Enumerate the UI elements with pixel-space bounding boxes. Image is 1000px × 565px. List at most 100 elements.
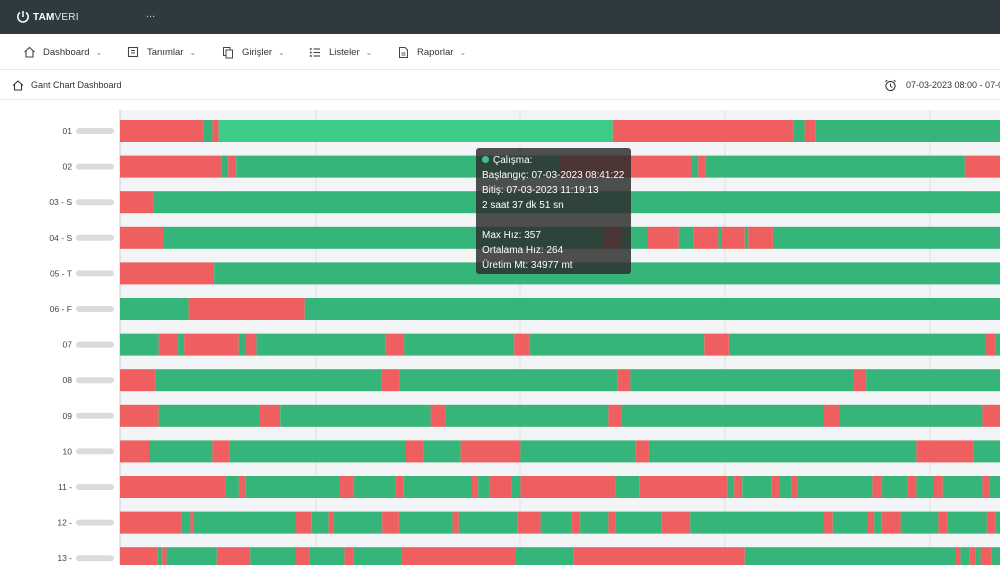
tamveri-logo[interactable]: TAMVERI <box>16 9 79 25</box>
gantt-segment-stopped[interactable] <box>381 369 400 392</box>
menu-girisler[interactable]: Girişler ⌄ <box>221 34 285 70</box>
gantt-segment-stopped[interactable] <box>934 476 943 498</box>
gantt-segment-stopped[interactable] <box>120 404 159 427</box>
gantt-segment-stopped[interactable] <box>982 476 990 498</box>
gantt-segment-stopped[interactable] <box>791 476 798 498</box>
gantt-segment-running[interactable] <box>947 511 987 534</box>
gantt-segment-stopped[interactable] <box>661 511 691 534</box>
gantt-segment-stopped[interactable] <box>238 476 246 498</box>
menu-tanimlar[interactable]: Tanımlar ⌄ <box>126 34 196 70</box>
gantt-segment-running[interactable] <box>991 547 1000 565</box>
gantt-segment-running[interactable] <box>773 226 1000 249</box>
gantt-segment-running[interactable] <box>621 404 824 427</box>
gantt-segment-running[interactable] <box>729 333 986 356</box>
gantt-segment-running[interactable] <box>157 547 163 565</box>
date-range[interactable]: 07-03-2023 08:00 - 07-03-2023 <box>884 70 1000 100</box>
gantt-segment-running[interactable] <box>520 440 636 463</box>
gantt-segment-stopped[interactable] <box>573 547 745 565</box>
gantt-segment-running[interactable] <box>458 511 518 534</box>
gantt-segment-stopped[interactable] <box>608 511 616 534</box>
menu-raporlar[interactable]: Raporlar ⌄ <box>396 34 466 70</box>
gantt-segment-stopped[interactable] <box>956 547 961 565</box>
gantt-segment-running[interactable] <box>166 547 217 565</box>
gantt-segment-stopped[interactable] <box>328 511 334 534</box>
gantt-segment-running[interactable] <box>540 511 572 534</box>
gantt-segment-stopped[interactable] <box>771 476 780 498</box>
gantt-segment-stopped[interactable] <box>721 226 745 249</box>
gantt-segment-stopped[interactable] <box>520 476 616 498</box>
gantt-segment-stopped[interactable] <box>824 404 839 427</box>
gantt-segment-stopped[interactable] <box>693 226 719 249</box>
gantt-segment-stopped[interactable] <box>612 120 794 142</box>
gantt-segment-stopped[interactable] <box>907 476 917 498</box>
gantt-segment-stopped[interactable] <box>571 511 581 534</box>
gantt-segment-stopped[interactable] <box>617 369 631 392</box>
gantt-segment-stopped[interactable] <box>120 262 215 285</box>
gantt-segment-stopped[interactable] <box>212 120 219 142</box>
gantt-segment-running[interactable] <box>203 120 213 142</box>
gantt-segment-stopped[interactable] <box>460 440 521 463</box>
gantt-segment-stopped[interactable] <box>982 404 1000 427</box>
gantt-segment-running[interactable] <box>995 511 1000 534</box>
gantt-segment-stopped[interactable] <box>212 440 230 463</box>
gantt-segment-running[interactable] <box>866 369 1000 392</box>
gantt-segment-running[interactable] <box>399 369 618 392</box>
gantt-segment-running[interactable] <box>511 476 521 498</box>
gantt-segment-running[interactable] <box>874 511 882 534</box>
gantt-segment-stopped[interactable] <box>382 511 399 534</box>
gantt-segment-running[interactable] <box>744 547 956 565</box>
gantt-segment-stopped[interactable] <box>980 547 992 565</box>
gantt-segment-running[interactable] <box>692 155 699 178</box>
gantt-segment-stopped[interactable] <box>804 120 816 142</box>
gantt-segment-stopped[interactable] <box>120 440 149 463</box>
gantt-segment-running[interactable] <box>120 298 189 320</box>
gantt-segment-stopped[interactable] <box>120 155 222 178</box>
gantt-segment-stopped[interactable] <box>190 511 194 534</box>
gantt-segment-running[interactable] <box>718 226 722 249</box>
gantt-segment-running[interactable] <box>780 476 792 498</box>
gantt-segment-stopped[interactable] <box>472 476 479 498</box>
gantt-segment-running[interactable] <box>221 155 229 178</box>
gantt-segment-stopped[interactable] <box>704 333 729 356</box>
gantt-segment-running[interactable] <box>353 476 396 498</box>
gantt-segment-stopped[interactable] <box>385 333 405 356</box>
gantt-segment-stopped[interactable] <box>608 404 622 427</box>
gantt-segment-stopped[interactable] <box>734 476 743 498</box>
gantt-segment-stopped[interactable] <box>120 511 182 534</box>
menu-dashboard[interactable]: Dashboard ⌄ <box>22 34 102 70</box>
gantt-segment-stopped[interactable] <box>395 476 404 498</box>
gantt-segment-stopped[interactable] <box>514 333 530 356</box>
gantt-segment-stopped[interactable] <box>824 511 833 534</box>
gantt-segment-running[interactable] <box>797 476 873 498</box>
gantt-segment-running[interactable] <box>149 440 213 463</box>
gantt-segment-running[interactable] <box>158 404 259 427</box>
gantt-segment-running[interactable] <box>615 476 640 498</box>
menu-listeler[interactable]: Listeler ⌄ <box>308 34 372 70</box>
gantt-segment-stopped[interactable] <box>872 476 882 498</box>
gantt-segment-running[interactable] <box>155 369 382 392</box>
gantt-segment-running[interactable] <box>942 476 983 498</box>
gantt-segment-running[interactable] <box>423 440 461 463</box>
gantt-segment-running[interactable] <box>178 333 185 356</box>
gantt-segment-stopped[interactable] <box>938 511 948 534</box>
gantt-segment-running[interactable] <box>815 120 1000 142</box>
gantt-segment-running[interactable] <box>916 476 934 498</box>
gantt-segment-running[interactable] <box>793 120 805 142</box>
gantt-segment-stopped[interactable] <box>517 511 541 534</box>
gantt-segment-running[interactable] <box>280 404 431 427</box>
gantt-segment-running[interactable] <box>218 120 613 142</box>
gantt-segment-running[interactable] <box>403 476 472 498</box>
gantt-segment-running[interactable] <box>245 476 340 498</box>
gantt-segment-stopped[interactable] <box>986 511 996 534</box>
gantt-segment-running[interactable] <box>900 511 939 534</box>
gantt-segment-stopped[interactable] <box>489 476 512 498</box>
gantt-segment-running[interactable] <box>744 226 749 249</box>
gantt-segment-running[interactable] <box>742 476 772 498</box>
gantt-segment-stopped[interactable] <box>344 547 354 565</box>
gantt-segment-stopped[interactable] <box>120 120 204 142</box>
gantt-segment-running[interactable] <box>973 440 1000 463</box>
gantt-segment-running[interactable] <box>975 547 981 565</box>
gantt-segment-stopped[interactable] <box>340 476 354 498</box>
gantt-segment-running[interactable] <box>678 226 694 249</box>
gantt-segment-running[interactable] <box>630 369 853 392</box>
